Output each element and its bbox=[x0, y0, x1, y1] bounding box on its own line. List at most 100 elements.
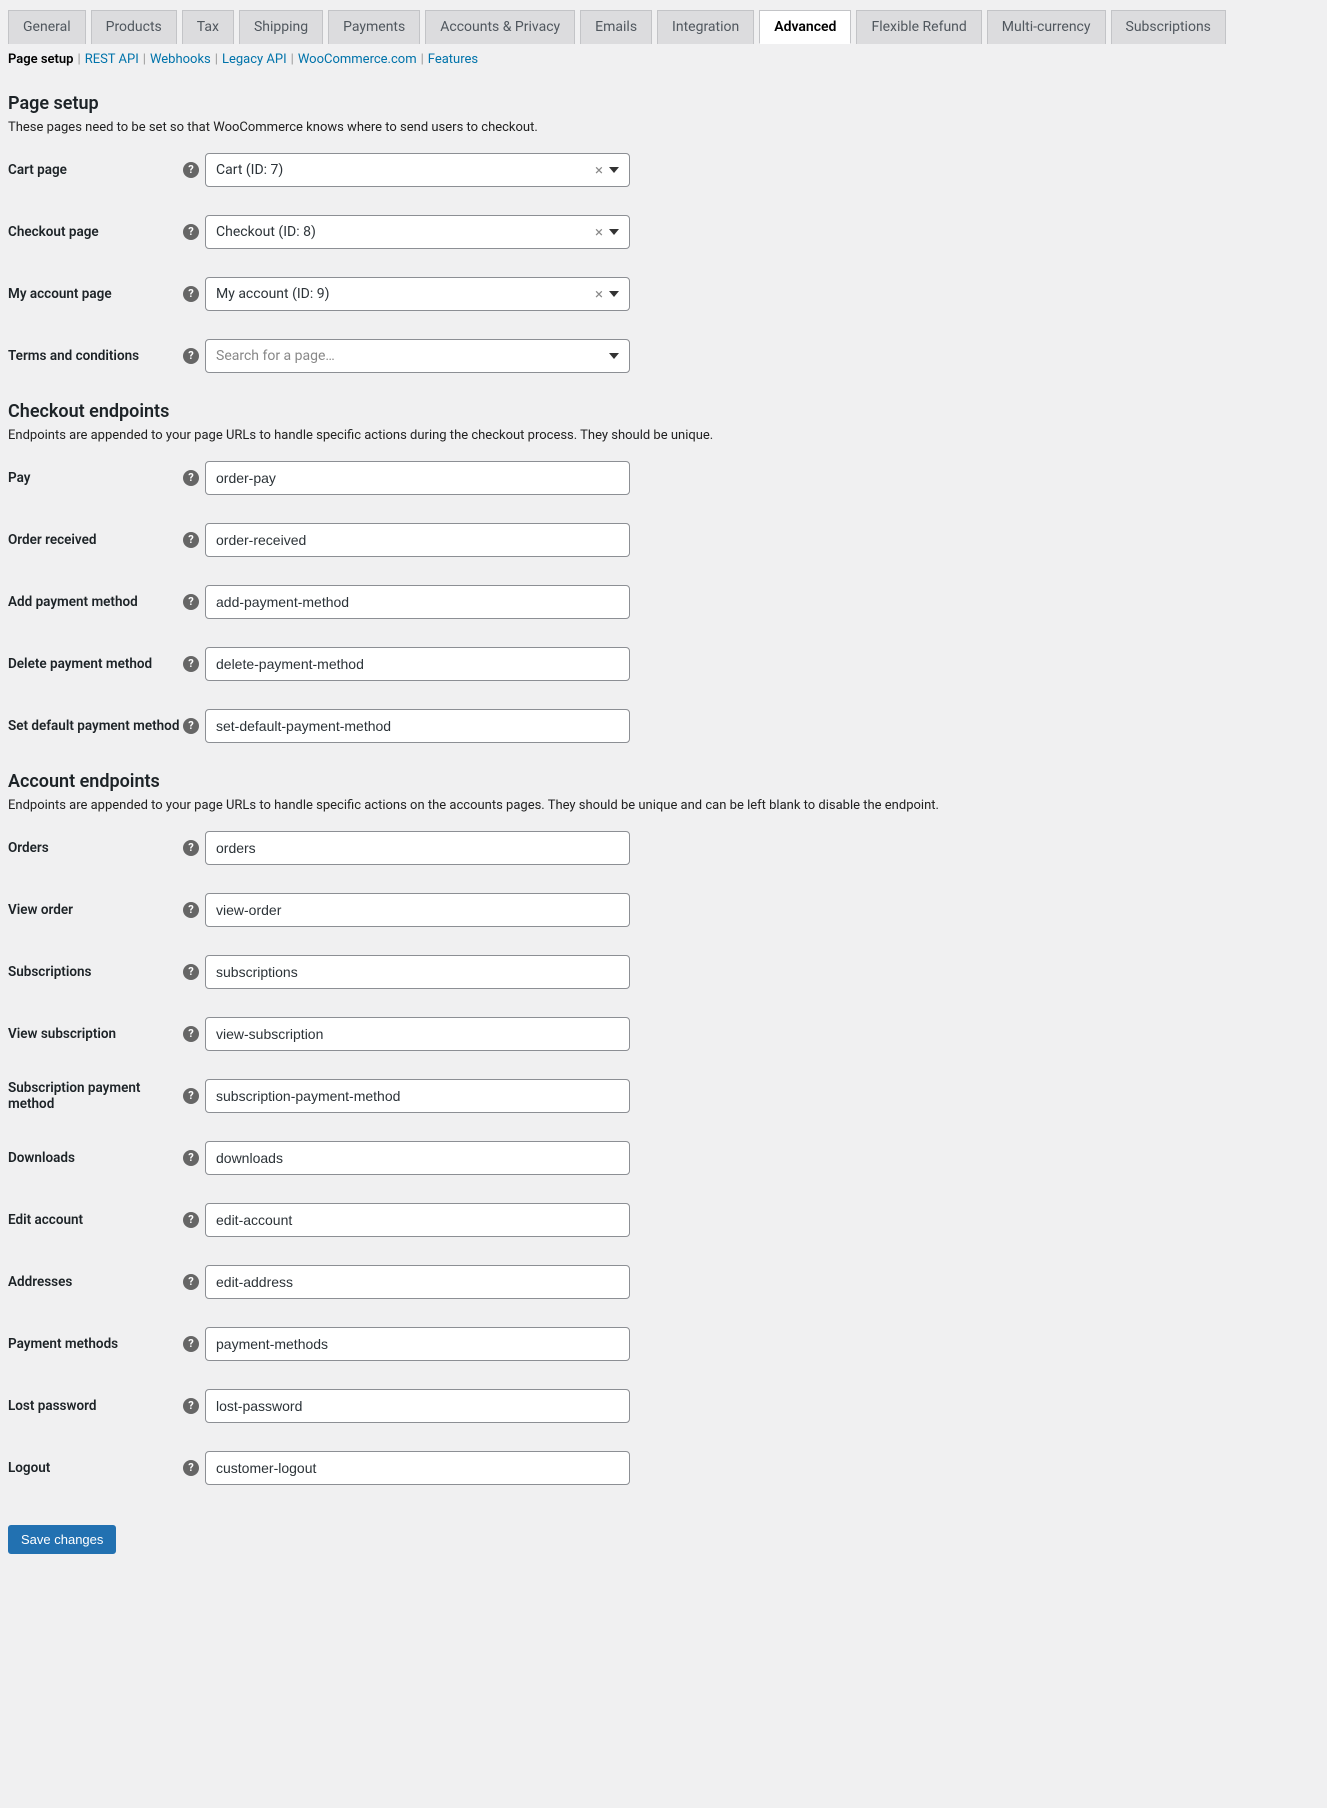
form-row-edit-account: Edit account? bbox=[8, 1203, 1319, 1237]
select-value: Cart (ID: 7) bbox=[216, 162, 595, 178]
tab-accounts-privacy[interactable]: Accounts & Privacy bbox=[425, 10, 575, 44]
form-row-my-account-page: My account page?My account (ID: 9)× bbox=[8, 277, 1319, 311]
pay-input[interactable] bbox=[205, 461, 630, 495]
logout-input[interactable] bbox=[205, 1451, 630, 1485]
tab-general[interactable]: General bbox=[8, 10, 86, 44]
view-subscription-input[interactable] bbox=[205, 1017, 630, 1051]
form-row-lost-password: Lost password? bbox=[8, 1389, 1319, 1423]
form-row-logout: Logout? bbox=[8, 1451, 1319, 1485]
addresses-input[interactable] bbox=[205, 1265, 630, 1299]
help-icon[interactable]: ? bbox=[183, 840, 199, 856]
help-icon[interactable]: ? bbox=[183, 1460, 199, 1476]
subnav-legacy-api[interactable]: Legacy API bbox=[222, 52, 287, 67]
chevron-down-icon bbox=[609, 167, 619, 173]
select-value: My account (ID: 9) bbox=[216, 286, 595, 302]
tab-shipping[interactable]: Shipping bbox=[239, 10, 323, 44]
help-icon[interactable]: ? bbox=[183, 594, 199, 610]
page-setup-desc: These pages need to be set so that WooCo… bbox=[8, 120, 1319, 135]
tab-products[interactable]: Products bbox=[91, 10, 177, 44]
cart-page-select[interactable]: Cart (ID: 7)× bbox=[205, 153, 630, 187]
field-label: Order received bbox=[8, 532, 183, 548]
field-label: View subscription bbox=[8, 1026, 183, 1042]
help-icon[interactable]: ? bbox=[183, 656, 199, 672]
terms-and-conditions-select[interactable]: Search for a page… bbox=[205, 339, 630, 373]
orders-input[interactable] bbox=[205, 831, 630, 865]
my-account-page-select[interactable]: My account (ID: 9)× bbox=[205, 277, 630, 311]
subscription-payment-method-input[interactable] bbox=[205, 1079, 630, 1113]
help-icon[interactable]: ? bbox=[183, 224, 199, 240]
help-icon[interactable]: ? bbox=[183, 1150, 199, 1166]
downloads-input[interactable] bbox=[205, 1141, 630, 1175]
field-label: Terms and conditions bbox=[8, 348, 183, 364]
help-icon[interactable]: ? bbox=[183, 162, 199, 178]
set-default-payment-method-input[interactable] bbox=[205, 709, 630, 743]
tab-subscriptions[interactable]: Subscriptions bbox=[1111, 10, 1226, 44]
form-row-order-received: Order received? bbox=[8, 523, 1319, 557]
subnav-page-setup[interactable]: Page setup bbox=[8, 52, 74, 67]
field-label: Checkout page bbox=[8, 224, 183, 240]
help-icon[interactable]: ? bbox=[183, 1088, 199, 1104]
help-icon[interactable]: ? bbox=[183, 348, 199, 364]
help-icon[interactable]: ? bbox=[183, 286, 199, 302]
help-icon[interactable]: ? bbox=[183, 902, 199, 918]
form-row-delete-payment-method: Delete payment method? bbox=[8, 647, 1319, 681]
form-row-terms-and-conditions: Terms and conditions? Search for a page… bbox=[8, 339, 1319, 373]
form-row-payment-methods: Payment methods? bbox=[8, 1327, 1319, 1361]
form-row-view-order: View order? bbox=[8, 893, 1319, 927]
lost-password-input[interactable] bbox=[205, 1389, 630, 1423]
help-icon[interactable]: ? bbox=[183, 1274, 199, 1290]
subnav-woocommerce-com[interactable]: WooCommerce.com bbox=[298, 52, 417, 67]
page-setup-heading: Page setup bbox=[8, 93, 1319, 114]
form-row-subscriptions: Subscriptions? bbox=[8, 955, 1319, 989]
subnav-rest-api[interactable]: REST API bbox=[85, 52, 139, 67]
field-label: Set default payment method bbox=[8, 718, 183, 734]
sub-nav: Page setup|REST API|Webhooks|Legacy API|… bbox=[0, 44, 1327, 75]
subnav-features[interactable]: Features bbox=[428, 52, 478, 67]
chevron-down-icon bbox=[609, 229, 619, 235]
clear-icon[interactable]: × bbox=[595, 163, 603, 178]
checkout-page-select[interactable]: Checkout (ID: 8)× bbox=[205, 215, 630, 249]
field-label: Payment methods bbox=[8, 1336, 183, 1352]
form-row-set-default-payment-method: Set default payment method? bbox=[8, 709, 1319, 743]
help-icon[interactable]: ? bbox=[183, 1026, 199, 1042]
field-label: Subscription payment method bbox=[8, 1080, 183, 1112]
field-label: Pay bbox=[8, 470, 183, 486]
help-icon[interactable]: ? bbox=[183, 718, 199, 734]
field-label: Cart page bbox=[8, 162, 183, 178]
delete-payment-method-input[interactable] bbox=[205, 647, 630, 681]
order-received-input[interactable] bbox=[205, 523, 630, 557]
help-icon[interactable]: ? bbox=[183, 964, 199, 980]
field-label: Subscriptions bbox=[8, 964, 183, 980]
chevron-down-icon bbox=[609, 291, 619, 297]
select-value: Checkout (ID: 8) bbox=[216, 224, 595, 240]
clear-icon[interactable]: × bbox=[595, 225, 603, 240]
tab-emails[interactable]: Emails bbox=[580, 10, 652, 44]
subscriptions-input[interactable] bbox=[205, 955, 630, 989]
help-icon[interactable]: ? bbox=[183, 532, 199, 548]
help-icon[interactable]: ? bbox=[183, 1336, 199, 1352]
form-row-view-subscription: View subscription? bbox=[8, 1017, 1319, 1051]
field-label: View order bbox=[8, 902, 183, 918]
tab-integration[interactable]: Integration bbox=[657, 10, 754, 44]
help-icon[interactable]: ? bbox=[183, 1398, 199, 1414]
field-label: Delete payment method bbox=[8, 656, 183, 672]
tab-multi-currency[interactable]: Multi-currency bbox=[987, 10, 1106, 44]
clear-icon[interactable]: × bbox=[595, 287, 603, 302]
help-icon[interactable]: ? bbox=[183, 1212, 199, 1228]
tab-tax[interactable]: Tax bbox=[182, 10, 234, 44]
payment-methods-input[interactable] bbox=[205, 1327, 630, 1361]
form-row-cart-page: Cart page? Cart (ID: 7)× bbox=[8, 153, 1319, 187]
tab-advanced[interactable]: Advanced bbox=[759, 10, 851, 44]
subnav-webhooks[interactable]: Webhooks bbox=[150, 52, 211, 67]
add-payment-method-input[interactable] bbox=[205, 585, 630, 619]
help-icon[interactable]: ? bbox=[183, 470, 199, 486]
save-changes-button[interactable]: Save changes bbox=[8, 1525, 116, 1554]
checkout-endpoints-heading: Checkout endpoints bbox=[8, 401, 1319, 422]
view-order-input[interactable] bbox=[205, 893, 630, 927]
tab-flexible-refund[interactable]: Flexible Refund bbox=[856, 10, 981, 44]
field-label: Logout bbox=[8, 1460, 183, 1476]
field-label: Add payment method bbox=[8, 594, 183, 610]
main-tabs: GeneralProductsTaxShippingPaymentsAccoun… bbox=[0, 0, 1327, 44]
tab-payments[interactable]: Payments bbox=[328, 10, 420, 44]
edit-account-input[interactable] bbox=[205, 1203, 630, 1237]
